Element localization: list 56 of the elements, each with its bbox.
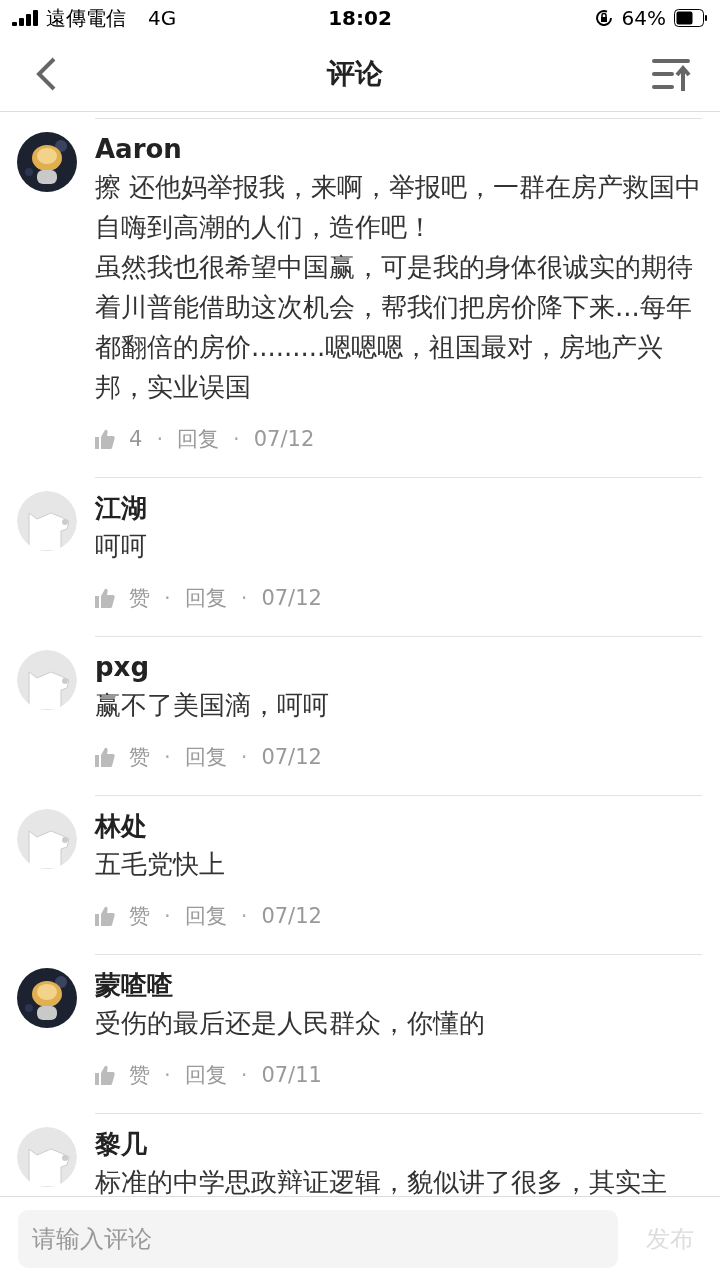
separator-dot: · bbox=[240, 904, 248, 928]
like-count[interactable]: 赞 bbox=[129, 902, 150, 930]
comment-text: 赢不了美国滴，呵呵 bbox=[95, 689, 330, 722]
reply-link[interactable]: 回复 bbox=[184, 902, 227, 930]
battery-icon bbox=[674, 9, 708, 27]
separator-dot: · bbox=[164, 745, 171, 769]
like-count[interactable]: 赞 bbox=[129, 584, 150, 612]
reply-link[interactable]: 回复 bbox=[184, 743, 227, 771]
comment-text: 擦 还他妈举报我，来啊，举报吧，一群在房产救国中自嗨到高潮的人们，造作吧！ bbox=[95, 171, 702, 244]
page-title: 评论 bbox=[327, 55, 383, 92]
comment-date: 07/12 bbox=[261, 745, 322, 769]
comment-text: 虽然我也很希望中国赢，可是我的身体很诚实的期待着川普能借助这次机会，帮我们把房价降下来...每年都翻倍的房价.........嗯嗯嗯，祖国最对，房地产兴邦，实业误国 bbox=[95, 251, 694, 404]
like-count[interactable]: 赞 bbox=[129, 743, 150, 771]
avatar-icon bbox=[17, 1127, 77, 1187]
commenter-name: 林处 bbox=[95, 810, 148, 843]
comment-input-field[interactable]: 请输入评论 bbox=[18, 1209, 618, 1268]
comment-date: 07/12 bbox=[261, 586, 322, 610]
comment-date: 07/12 bbox=[253, 427, 315, 451]
separator-dot: · bbox=[233, 427, 240, 451]
commenter-name: 黎几 bbox=[95, 1128, 148, 1161]
reply-link[interactable]: 回复 bbox=[177, 425, 220, 453]
reply-link[interactable]: 回复 bbox=[184, 1061, 227, 1089]
separator-dot: · bbox=[156, 427, 164, 451]
rotation-lock-icon bbox=[593, 8, 614, 28]
comment-date: 07/11 bbox=[261, 1063, 322, 1087]
thumbs-up-icon[interactable] bbox=[95, 429, 115, 449]
reply-link[interactable]: 回复 bbox=[184, 584, 227, 612]
like-count[interactable]: 4 bbox=[129, 427, 143, 451]
clock-time: 18:02 bbox=[328, 6, 392, 30]
thumbs-up-icon[interactable] bbox=[95, 747, 115, 767]
battery-percent: 64% bbox=[621, 6, 666, 30]
commenter-name: 江湖 bbox=[95, 492, 148, 525]
thumbs-up-icon[interactable] bbox=[95, 588, 115, 608]
avatar-icon bbox=[17, 809, 77, 869]
carrier-name: 遠傳電信 bbox=[46, 4, 126, 32]
thumbs-up-icon[interactable] bbox=[95, 1065, 115, 1085]
like-count[interactable]: 赞 bbox=[129, 1061, 150, 1089]
separator-dot: · bbox=[240, 1063, 248, 1087]
separator-dot: · bbox=[164, 1063, 171, 1087]
comment-date: 07/12 bbox=[261, 904, 322, 928]
network-type: 4G bbox=[148, 6, 177, 30]
comment-text: 标准的中学思政辩证逻辑，貌似讲了很多，其实主 bbox=[95, 1166, 668, 1196]
comment-text: 五毛党快上 bbox=[95, 848, 226, 881]
avatar-icon bbox=[17, 491, 77, 551]
commenter-name: Aaron bbox=[95, 133, 183, 166]
separator-dot: · bbox=[164, 904, 171, 928]
commenter-name: pxg bbox=[95, 651, 150, 684]
separator-dot: · bbox=[240, 586, 248, 610]
thumbs-up-icon[interactable] bbox=[95, 906, 115, 926]
separator-dot: · bbox=[240, 745, 248, 769]
comment-text: 呵呵 bbox=[95, 530, 148, 563]
signal-icon bbox=[12, 10, 38, 26]
avatar-icon bbox=[17, 650, 77, 710]
separator-dot: · bbox=[164, 586, 171, 610]
comment-text: 受伤的最后还是人民群众，你懂的 bbox=[95, 1007, 486, 1040]
commenter-name: 蒙喳喳 bbox=[95, 969, 174, 1002]
